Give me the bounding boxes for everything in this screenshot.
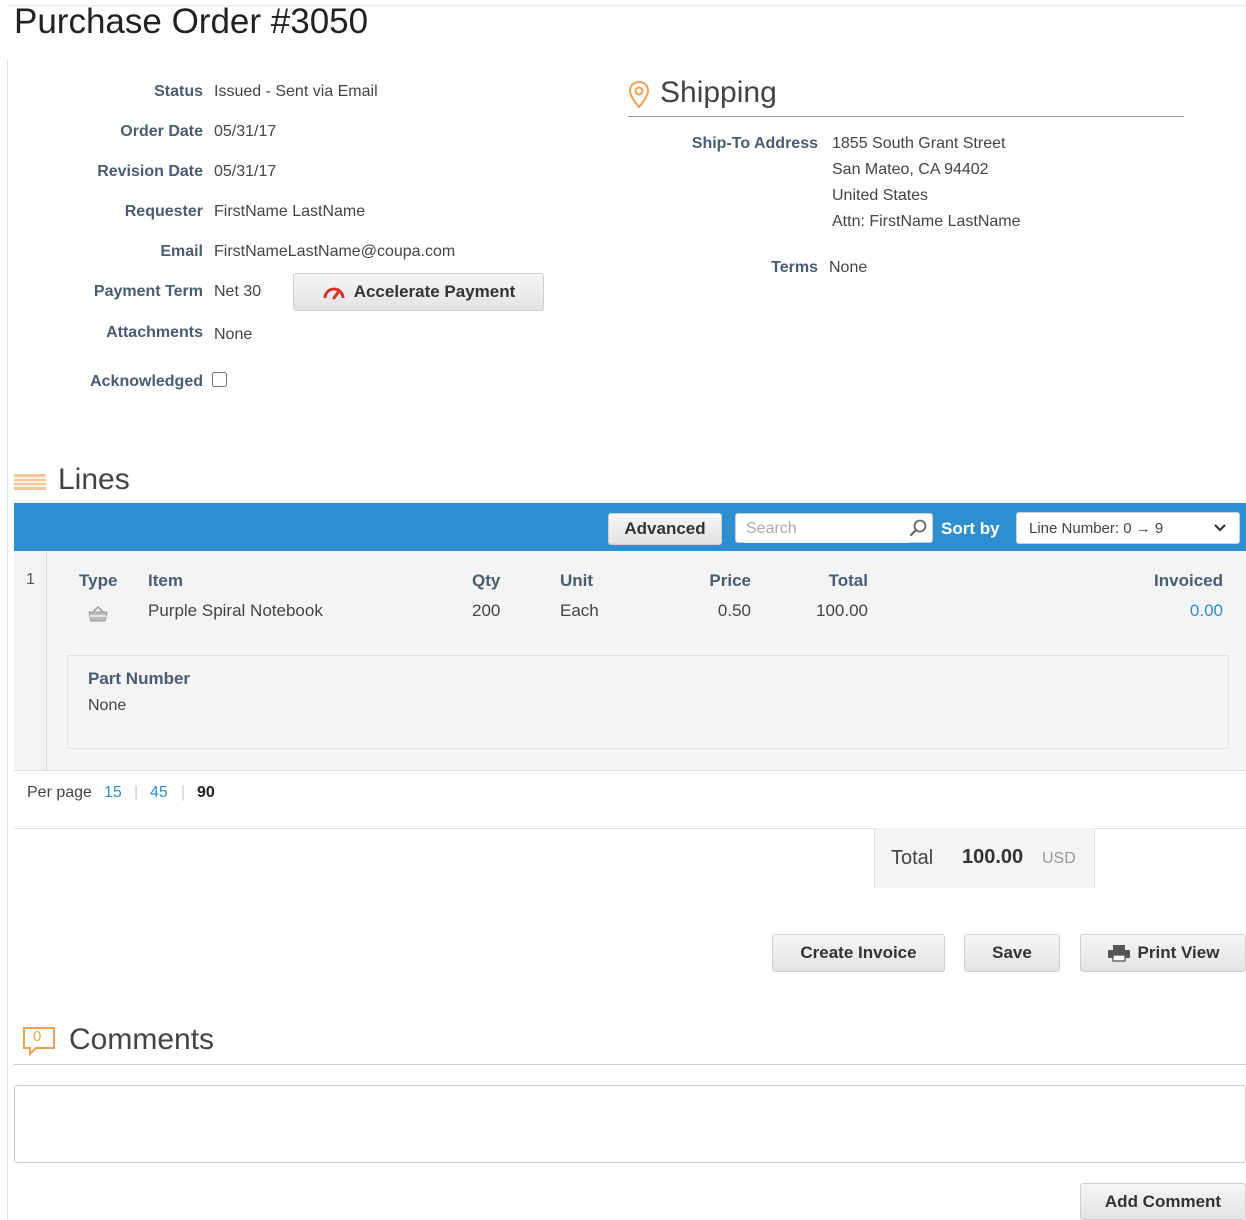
- col-qty: Qty: [472, 571, 501, 590]
- part-number-box: [67, 655, 1229, 749]
- accelerate-payment-label: Accelerate Payment: [353, 282, 516, 301]
- printer-icon: [1107, 945, 1130, 962]
- ship-to-label: Ship-To Address: [691, 135, 818, 152]
- left-border: [7, 60, 8, 1220]
- col-unit: Unit: [560, 571, 594, 590]
- revision-date-value: 05/31/17: [214, 163, 277, 180]
- comment-textarea-box: [14, 1085, 1246, 1166]
- total-value: 100.00: [962, 846, 1024, 868]
- order-date-label: Order Date: [120, 123, 203, 140]
- comment-textarea[interactable]: [15, 1086, 1246, 1166]
- print-view-label: Print View: [1137, 943, 1220, 962]
- item-price: 0.50: [717, 601, 751, 620]
- create-invoice-button[interactable]: Create Invoice: [772, 934, 945, 972]
- terms-label: Terms: [771, 259, 818, 276]
- col-item: Item: [148, 571, 183, 590]
- sort-select[interactable]: Line Number: 0 → 9: [1016, 512, 1240, 544]
- col-invoiced: Invoiced: [1154, 571, 1223, 590]
- col-price: Price: [709, 571, 751, 590]
- attachments-label: Attachments: [106, 324, 203, 341]
- chevron-down-icon: [1214, 524, 1226, 532]
- per-page-separator: |: [134, 784, 139, 801]
- item-unit: Each: [560, 601, 599, 620]
- search-box: [735, 513, 933, 543]
- per-page-90[interactable]: 90: [197, 784, 215, 802]
- total-label: Total: [891, 847, 934, 869]
- comments-divider: [14, 1064, 1246, 1065]
- email-value: FirstNameLastName@coupa.com: [214, 243, 456, 260]
- line-number: 1: [26, 571, 35, 588]
- save-button[interactable]: Save: [964, 934, 1060, 972]
- location-pin-icon: [628, 80, 650, 109]
- col-type: Type: [79, 571, 118, 590]
- address-line-4: Attn: FirstName LastName: [832, 213, 1021, 230]
- lines-list-icon: [14, 474, 46, 490]
- shipping-heading: Shipping: [660, 76, 777, 109]
- line-number-divider: [46, 551, 47, 770]
- requester-label: Requester: [124, 203, 203, 220]
- basket-icon: [88, 605, 108, 622]
- terms-value: None: [829, 259, 868, 276]
- shipping-divider: [628, 116, 1184, 117]
- page-title: Purchase Order #3050: [14, 2, 369, 41]
- gauge-icon: [323, 287, 345, 300]
- sort-by-label: Sort by: [941, 519, 1000, 538]
- total-currency: USD: [1042, 850, 1076, 867]
- sort-select-value: Line Number: 0 → 9: [1029, 520, 1164, 537]
- comment-count: 0: [33, 1028, 42, 1045]
- create-invoice-label: Create Invoice: [800, 943, 917, 962]
- item-total: 100.00: [816, 601, 868, 620]
- address-line-3: United States: [832, 187, 929, 204]
- print-view-button[interactable]: Print View: [1080, 934, 1246, 972]
- payment-term-label: Payment Term: [93, 283, 203, 300]
- attachments-value: None: [214, 326, 253, 343]
- item-name: Purple Spiral Notebook: [148, 601, 323, 620]
- status-label: Status: [154, 83, 203, 100]
- requester-value: FirstName LastName: [214, 203, 366, 220]
- accelerate-payment-button[interactable]: Accelerate Payment: [293, 273, 544, 311]
- add-comment-label: Add Comment: [1104, 1191, 1222, 1211]
- search-icon[interactable]: [908, 518, 928, 538]
- advanced-label: Advanced: [624, 519, 706, 538]
- col-total: Total: [828, 571, 868, 590]
- address-line-1: 1855 South Grant Street: [832, 135, 1006, 152]
- email-label: Email: [160, 243, 203, 260]
- save-label: Save: [992, 943, 1032, 962]
- order-date-value: 05/31/17: [214, 123, 277, 140]
- per-page-separator: |: [181, 784, 186, 801]
- part-number-label: Part Number: [88, 669, 191, 688]
- item-invoiced-link[interactable]: 0.00: [1190, 601, 1223, 621]
- address-line-2: San Mateo, CA 94402: [832, 161, 989, 178]
- part-number-value: None: [88, 697, 127, 714]
- item-qty: 200: [472, 601, 501, 620]
- per-page-label: Per page: [27, 784, 92, 801]
- per-page-15[interactable]: 15: [104, 784, 122, 802]
- lines-heading: Lines: [58, 463, 130, 496]
- revision-date-label: Revision Date: [97, 163, 203, 180]
- comments-heading: Comments: [69, 1023, 215, 1056]
- add-comment-button[interactable]: Add Comment: [1080, 1183, 1246, 1220]
- search-input[interactable]: [744, 515, 908, 543]
- status-value: Issued - Sent via Email: [214, 83, 378, 100]
- acknowledged-label: Acknowledged: [90, 373, 203, 390]
- payment-term-value: Net 30: [214, 283, 262, 300]
- advanced-button[interactable]: Advanced: [608, 513, 722, 545]
- per-page-45[interactable]: 45: [150, 784, 168, 802]
- acknowledged-checkbox[interactable]: [212, 372, 227, 387]
